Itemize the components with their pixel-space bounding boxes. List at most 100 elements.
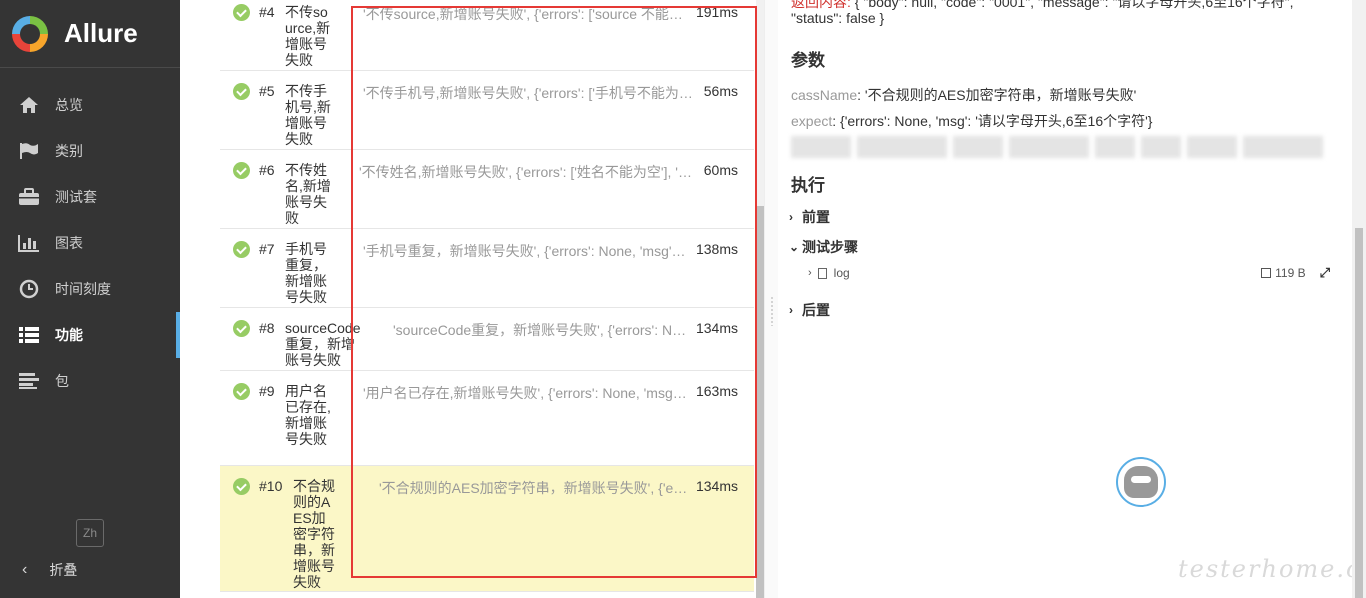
passed-icon xyxy=(233,83,250,100)
test-number: #5 xyxy=(259,83,275,99)
test-name: 不传source,新增账号失败 xyxy=(285,4,331,68)
test-duration: 163ms xyxy=(695,383,738,399)
collapse-button[interactable]: ‹ 折叠 xyxy=(18,556,77,584)
fullscreen-icon[interactable]: ⤢ xyxy=(1320,265,1330,281)
attachment-name: log xyxy=(833,266,850,280)
sidebar-item-overview[interactable]: 总览 xyxy=(0,82,180,128)
param-key: cassName xyxy=(791,87,858,103)
brand[interactable]: Allure xyxy=(0,0,180,68)
test-duration: 56ms xyxy=(703,83,738,99)
sidebar-item-packages[interactable]: 包 xyxy=(0,358,180,404)
chevron-left-icon: ‹ xyxy=(22,561,28,578)
file-icon xyxy=(817,267,827,279)
passed-icon xyxy=(233,383,250,400)
test-name: sourceCode重复，新增账号失败 xyxy=(285,320,361,368)
flag-icon xyxy=(18,141,40,161)
brand-name: Allure xyxy=(64,18,138,48)
watermark: testerhome.com xyxy=(1178,555,1352,583)
response-content: 返回内容: { "body": null, "code": "0001", "m… xyxy=(791,0,1311,26)
sidebar-item-behaviors[interactable]: 功能 xyxy=(0,312,180,358)
briefcase-icon xyxy=(18,187,40,207)
clock-icon xyxy=(18,279,40,299)
response-value: { "body": null, "code": "0001", "message… xyxy=(791,0,1294,26)
list-scrollbar-thumb[interactable] xyxy=(756,206,764,598)
test-row[interactable]: #5 不传手机号,新增账号失败 '不传手机号,新增账号失败', {'errors… xyxy=(220,71,754,150)
pane-splitter[interactable] xyxy=(764,0,778,598)
sidebar-item-label: 包 xyxy=(55,373,69,389)
home-icon xyxy=(18,95,40,115)
test-duration: 60ms xyxy=(703,162,738,178)
redacted-text xyxy=(791,136,1331,158)
passed-icon xyxy=(233,4,250,21)
test-duration: 138ms xyxy=(695,241,738,257)
params-heading: 参数 xyxy=(791,51,825,70)
language-switch[interactable]: Zh xyxy=(76,519,104,547)
sidebar-nav: 总览 类别 测试套 图表 时间刻度 功能 包 xyxy=(0,68,180,404)
sidebar-item-label: 图表 xyxy=(55,235,83,251)
test-list-pane: #4 不传source,新增账号失败 '不传source,新增账号失败', {'… xyxy=(180,0,764,598)
drag-handle-icon xyxy=(770,296,774,326)
setup-section[interactable]: › 前置 xyxy=(789,207,830,227)
response-label: 返回内容: xyxy=(791,0,851,10)
test-name: 不传手机号,新增账号失败 xyxy=(285,83,331,147)
align-left-icon xyxy=(18,371,40,391)
execution-heading: 执行 xyxy=(791,176,825,195)
test-number: #9 xyxy=(259,383,275,399)
attachment-size: 119 B xyxy=(1261,266,1306,280)
test-number: #10 xyxy=(259,478,283,494)
sidebar-item-timeline[interactable]: 时间刻度 xyxy=(0,266,180,312)
test-row[interactable]: #7 手机号重复，新增账号失败 '手机号重复，新增账号失败', {'errors… xyxy=(220,229,754,308)
sidebar-item-graphs[interactable]: 图表 xyxy=(0,220,180,266)
attachment-row[interactable]: › log 119 B ⤢ xyxy=(808,265,1330,281)
collapse-label: 折叠 xyxy=(49,562,78,578)
chevron-down-icon: ⌄ xyxy=(789,240,800,254)
test-row[interactable]: #8 sourceCode重复，新增账号失败 'sourceCode重复，新增账… xyxy=(220,308,754,371)
chevron-right-icon: › xyxy=(808,267,812,279)
bar-chart-icon xyxy=(18,233,40,253)
list-icon xyxy=(18,325,40,345)
param-value: '不合规则的AES加密字符串，新增账号失败' xyxy=(864,87,1137,103)
passed-icon xyxy=(233,162,250,179)
test-duration: 134ms xyxy=(695,320,738,336)
test-name: 用户名已存在,新增账号失败 xyxy=(285,383,331,447)
robot-avatar[interactable] xyxy=(1116,457,1166,507)
detail-scrollbar-track[interactable] xyxy=(1352,0,1366,598)
detail-scrollbar-thumb[interactable] xyxy=(1355,228,1363,598)
sidebar-item-label: 总览 xyxy=(55,97,83,113)
param-row: cassName: '不合规则的AES加密字符串，新增账号失败' xyxy=(791,87,1137,103)
test-params: 'sourceCode重复，新增账号失败', {'errors': N… xyxy=(393,322,687,338)
param-key: expect xyxy=(791,113,833,129)
test-name: 不合规则的AES加密字符串，新增账号失败 xyxy=(293,478,335,590)
test-row[interactable]: #4 不传source,新增账号失败 '不传source,新增账号失败', {'… xyxy=(220,0,754,71)
test-number: #7 xyxy=(259,241,275,257)
teardown-label: 后置 xyxy=(802,302,830,318)
save-icon xyxy=(1261,268,1272,278)
test-detail-pane: 返回内容: { "body": null, "code": "0001", "m… xyxy=(778,0,1352,598)
sidebar-item-label: 功能 xyxy=(55,327,83,343)
test-steps-section[interactable]: ⌄ 测试步骤 xyxy=(789,237,858,257)
test-name: 不传姓名,新增账号失败 xyxy=(285,162,331,226)
sidebar-item-label: 类别 xyxy=(55,143,83,159)
test-row[interactable]: #6 不传姓名,新增账号失败 '不传姓名,新增账号失败', {'errors':… xyxy=(220,150,754,229)
sidebar: Allure 总览 类别 测试套 图表 时间刻度 功能 包 Zh ‹ 折叠 xyxy=(0,0,180,598)
test-duration: 191ms xyxy=(695,4,738,20)
allure-logo xyxy=(12,15,48,52)
steps-label: 测试步骤 xyxy=(802,239,858,255)
test-params: '手机号重复，新增账号失败', {'errors': None, 'msg':… xyxy=(363,243,689,259)
sidebar-item-suites[interactable]: 测试套 xyxy=(0,174,180,220)
robot-icon xyxy=(1124,466,1158,498)
test-row-selected[interactable]: #10 不合规则的AES加密字符串，新增账号失败 '不合规则的AES加密字符串，… xyxy=(220,466,754,592)
test-params: '不传姓名,新增账号失败', {'errors': ['姓名不能为空'], '… xyxy=(359,164,692,180)
test-number: #4 xyxy=(259,4,275,20)
teardown-section[interactable]: › 后置 xyxy=(789,300,830,320)
passed-icon xyxy=(233,478,250,495)
test-row[interactable]: #9 用户名已存在,新增账号失败 '用户名已存在,新增账号失败', {'erro… xyxy=(220,371,754,466)
chevron-right-icon: › xyxy=(789,303,793,317)
passed-icon xyxy=(233,241,250,258)
test-params: '不传source,新增账号失败', {'errors': ['source 不… xyxy=(363,6,683,22)
test-params: '用户名已存在,新增账号失败', {'errors': None, 'msg'… xyxy=(363,385,689,401)
setup-label: 前置 xyxy=(802,209,830,225)
sidebar-item-categories[interactable]: 类别 xyxy=(0,128,180,174)
test-number: #6 xyxy=(259,162,275,178)
attachment-size-label: 119 B xyxy=(1275,266,1306,280)
